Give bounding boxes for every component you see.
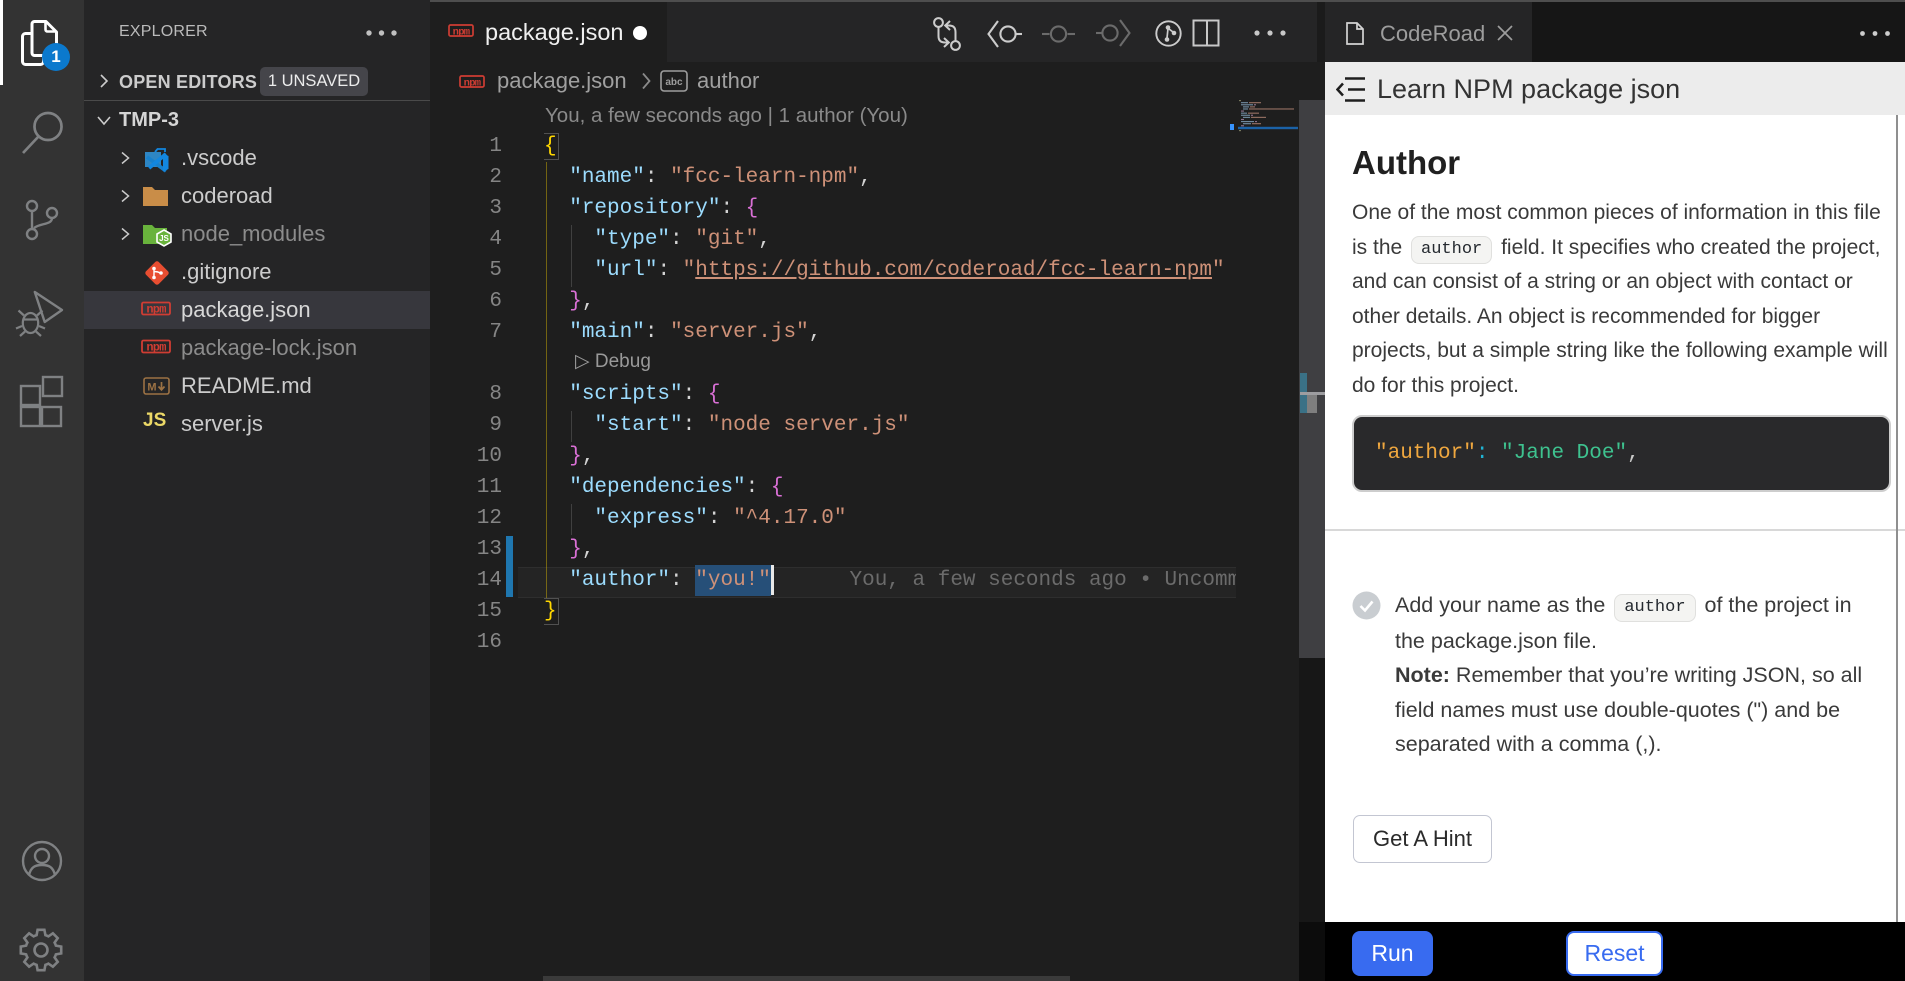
svg-text:npm: npm <box>453 27 470 39</box>
svg-text:npm: npm <box>146 341 166 355</box>
svg-text:M: M <box>147 382 156 394</box>
svg-text:JS: JS <box>159 234 169 243</box>
svg-text:abc: abc <box>665 77 683 88</box>
svg-text:npm: npm <box>464 78 481 90</box>
svg-text:npm: npm <box>146 303 166 317</box>
